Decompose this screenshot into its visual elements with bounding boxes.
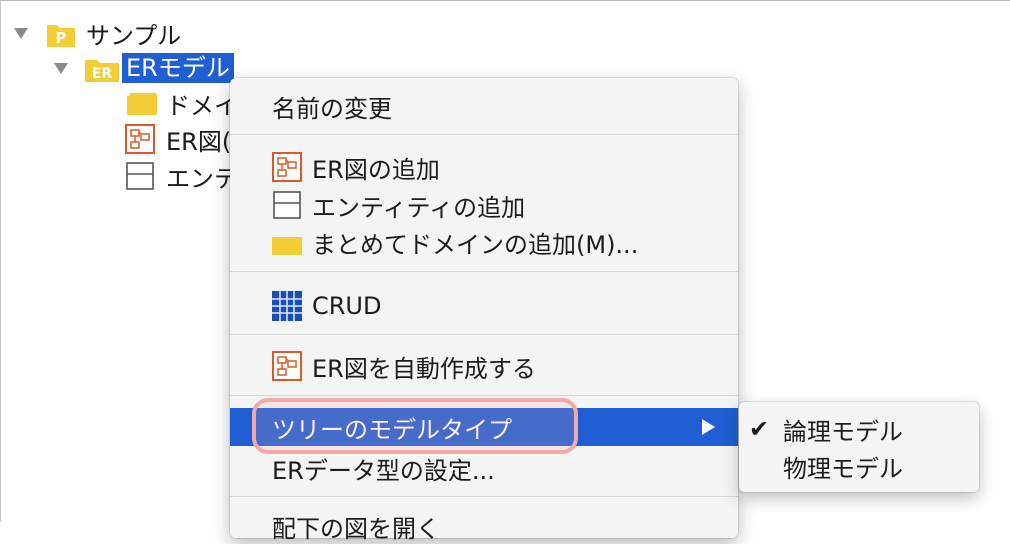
menu-separator [230,496,738,497]
tree-item-entity-label[interactable]: エンテ [166,159,238,193]
menu-item-add-entity-label: エンティティの追加 [312,193,526,222]
expand-caret-icon[interactable] [54,62,68,74]
submenu-item-physical-model[interactable]: 物理モデル [739,448,979,484]
folder-icon [126,92,158,116]
menu-item-er-datatype-settings-label: ERデータ型の設定... [272,456,495,485]
project-icon: P [46,22,76,48]
menu-separator [230,271,738,272]
menu-item-open-diagram[interactable]: 配下の図を開く [230,508,738,544]
er-model-icon: ER [84,57,120,83]
svg-text:ER: ER [92,66,113,82]
domain-icon [272,233,302,255]
svg-text:P: P [56,29,67,47]
submenu-model-type: ✔ 論理モデル 物理モデル [739,402,979,492]
menu-item-rename[interactable]: 名前の変更 [230,88,738,124]
er-diagram-icon [272,152,302,182]
menu-item-add-domains-label: まとめてドメインの追加(M)... [312,230,639,259]
submenu-item-physical-model-label: 物理モデル [783,454,903,483]
tree-item-er-model-label[interactable]: ERモデル [122,53,234,83]
menu-item-er-datatype-settings[interactable]: ERデータ型の設定... [230,450,738,486]
expand-caret-icon[interactable] [14,27,28,39]
crud-grid-icon [272,291,302,321]
submenu-item-logical-model[interactable]: ✔ 論理モデル [739,411,979,447]
tree-item-er-model-row[interactable]: ERモデル [122,51,234,85]
menu-item-auto-create-er[interactable]: ER図を自動作成する [230,348,738,384]
er-diagram-icon [272,351,302,381]
menu-item-add-er-diagram-label: ER図の追加 [312,155,440,184]
context-menu: 名前の変更 ER図の追加 エンティティの追加 まとめてドメインの追加(M)...… [230,78,738,543]
menu-separator [230,334,738,335]
menu-item-add-er-diagram[interactable]: ER図の追加 [230,149,738,185]
menu-separator [230,395,738,396]
tree-item-er-diagram-label[interactable]: ER図( [166,122,231,156]
submenu-arrow-icon [702,419,715,435]
entity-icon [273,191,301,219]
submenu-item-logical-model-label: 論理モデル [783,417,903,446]
menu-separator [230,134,738,135]
checkmark-icon: ✔ [749,415,770,443]
tree-item-root[interactable] [14,16,28,50]
menu-item-open-diagram-label: 配下の図を開く [272,514,440,543]
menu-item-auto-create-er-label: ER図を自動作成する [312,354,536,383]
tree-item-root-label[interactable]: サンプル [86,16,181,50]
entity-icon [126,162,154,190]
er-diagram-icon [125,124,155,154]
menu-item-crud-label: CRUD [312,292,382,320]
highlight-annotation [252,398,578,454]
tree-item-er-model[interactable] [54,51,68,85]
menu-item-add-domains[interactable]: まとめてドメインの追加(M)... [230,224,738,260]
menu-item-add-entity[interactable]: エンティティの追加 [230,187,738,223]
menu-item-rename-label: 名前の変更 [272,94,392,123]
menu-item-crud[interactable]: CRUD [230,288,738,324]
tree-item-domain-label[interactable]: ドメイ [166,86,238,120]
